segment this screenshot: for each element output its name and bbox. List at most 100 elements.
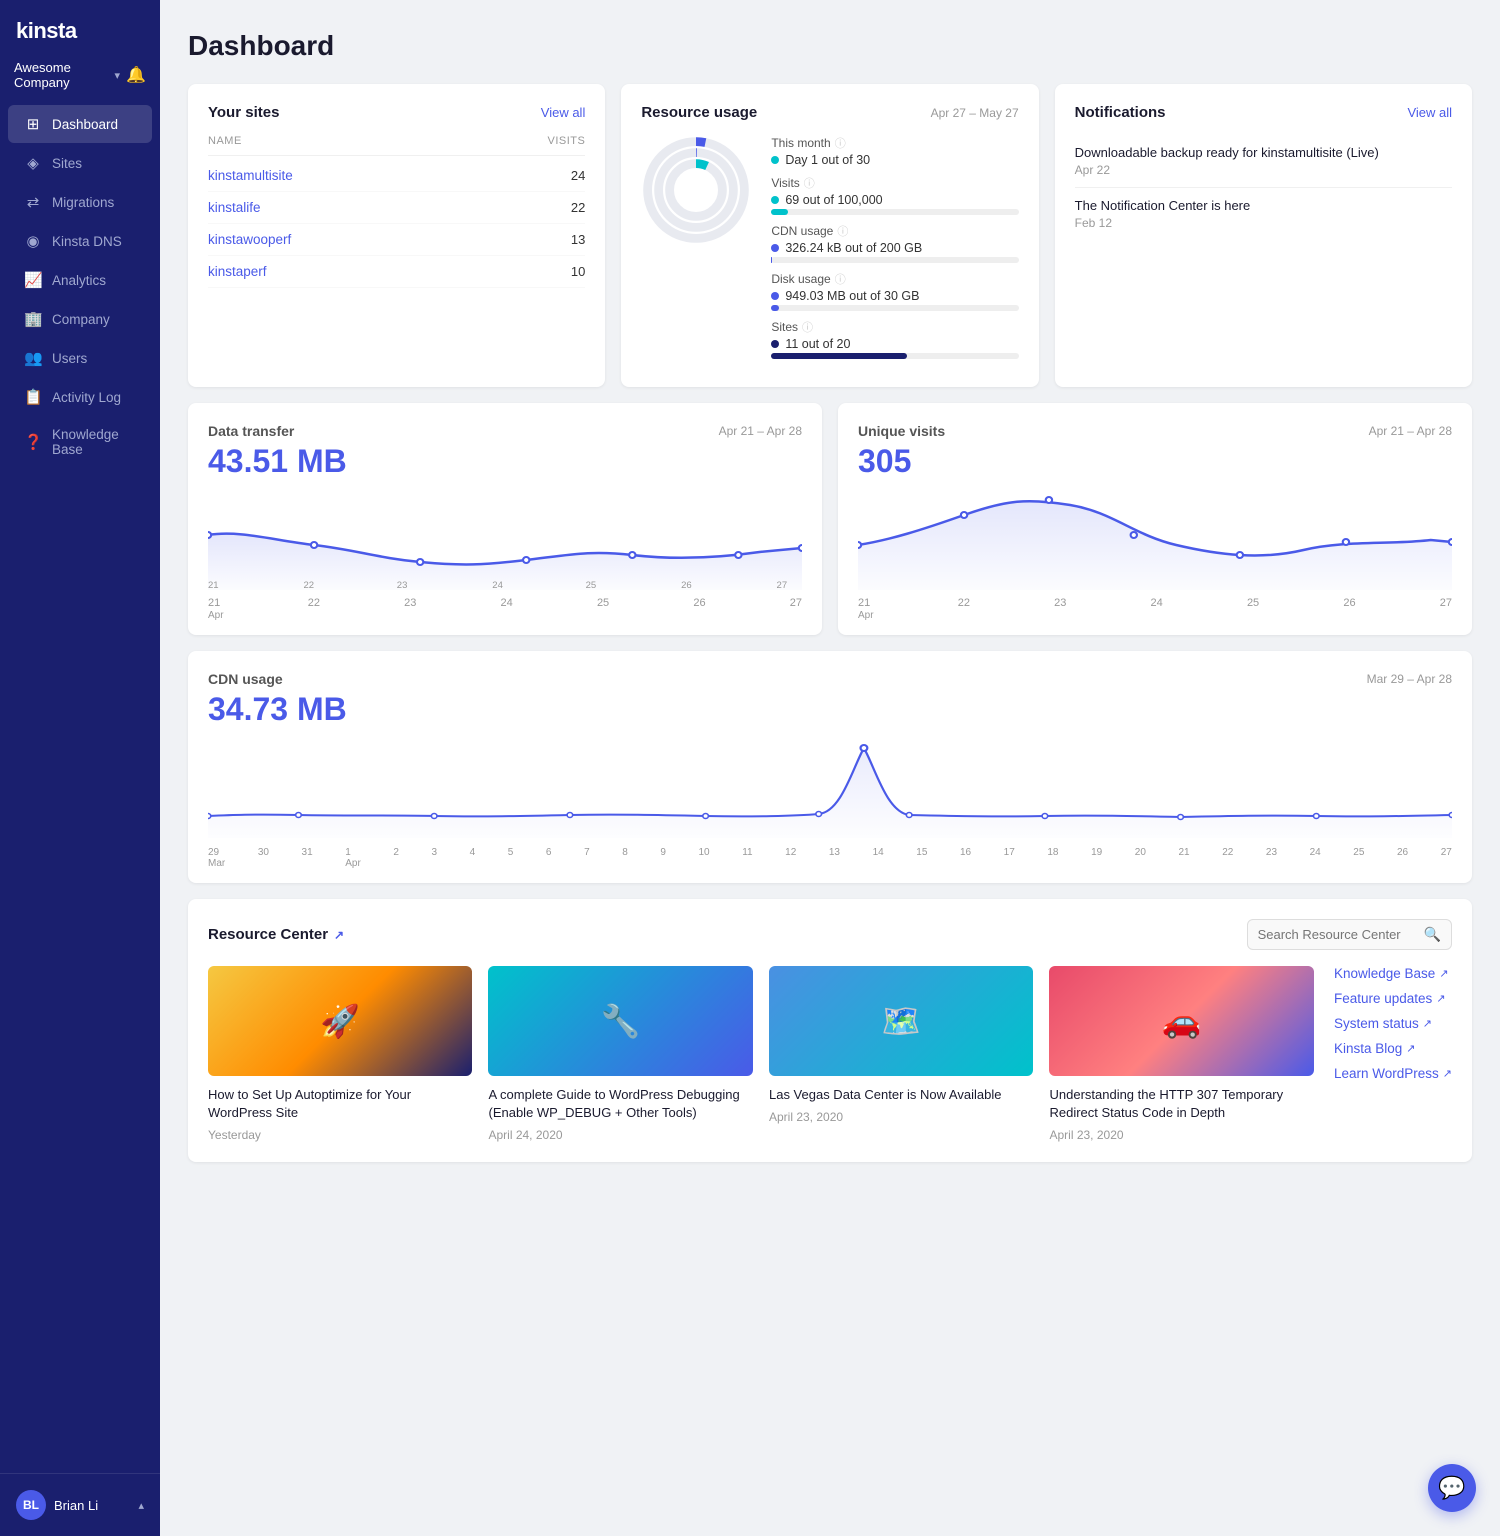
article-card: 🚀 How to Set Up Autoptimize for Your Wor… — [208, 966, 472, 1142]
resource-usage-date: Apr 27 – May 27 — [931, 106, 1019, 120]
search-box[interactable]: 🔍 — [1247, 919, 1452, 950]
resource-bottom: 🚀 How to Set Up Autoptimize for Your Wor… — [208, 966, 1452, 1142]
x-label: 2 — [393, 847, 399, 869]
activity-log-icon: 📋 — [24, 388, 42, 406]
sidebar-item-label: Migrations — [52, 195, 114, 210]
article-card: 🗺️ Las Vegas Data Center is Now Availabl… — [769, 966, 1034, 1142]
data-transfer-value: 43.51 MB — [208, 443, 802, 480]
stat-cdn: CDN usage ⓘ 326.24 kB out of 200 GB — [771, 223, 1018, 263]
x-label: 27 — [790, 597, 802, 621]
your-sites-view-all[interactable]: View all — [541, 105, 586, 120]
x-label: 29Mar — [208, 847, 225, 869]
article-title[interactable]: Las Vegas Data Center is Now Available — [769, 1086, 1034, 1104]
x-label: 9 — [660, 847, 666, 869]
sidebar-item-label: Knowledge Base — [52, 427, 136, 457]
sidebar-item-users[interactable]: 👥 Users — [8, 339, 152, 377]
system-status-link[interactable]: System status ↗ — [1334, 1016, 1452, 1031]
kinsta-blog-link[interactable]: Kinsta Blog ↗ — [1334, 1041, 1452, 1056]
table-row: kinstamultisite 24 — [208, 160, 585, 192]
x-label: 31 — [302, 847, 313, 869]
x-label: 16 — [960, 847, 971, 869]
sidebar-item-analytics[interactable]: 📈 Analytics — [8, 261, 152, 299]
notifications-card: Notifications View all Downloadable back… — [1055, 84, 1472, 387]
external-link-icon: ↗ — [1423, 1017, 1432, 1030]
knowledge-base-link[interactable]: Knowledge Base ↗ — [1334, 966, 1452, 981]
site-link[interactable]: kinstawooperf — [208, 232, 291, 247]
disk-label: Disk usage — [771, 272, 830, 286]
site-link[interactable]: kinstamultisite — [208, 168, 293, 183]
x-label: 14 — [873, 847, 884, 869]
sidebar-item-knowledge-base[interactable]: ❓ Knowledge Base — [8, 417, 152, 467]
sidebar-item-company[interactable]: 🏢 Company — [8, 300, 152, 338]
chat-button[interactable]: 💬 — [1428, 1464, 1476, 1512]
notifications-view-all[interactable]: View all — [1407, 105, 1452, 120]
x-label: 25 — [597, 597, 609, 621]
article-title[interactable]: Understanding the HTTP 307 Temporary Red… — [1049, 1086, 1314, 1122]
external-link-icon: ↗ — [1439, 967, 1448, 980]
knowledge-base-icon: ❓ — [24, 433, 42, 451]
svg-text:25: 25 — [586, 580, 597, 590]
x-label: 26 — [1343, 597, 1355, 621]
your-sites-title: Your sites — [208, 104, 279, 121]
table-row: kinstalife 22 — [208, 192, 585, 224]
article-title[interactable]: How to Set Up Autoptimize for Your WordP… — [208, 1086, 472, 1122]
unique-visits-chart — [858, 490, 1452, 590]
svg-text:24: 24 — [492, 580, 503, 590]
sidebar-item-kinsta-dns[interactable]: ◉ Kinsta DNS — [8, 222, 152, 260]
x-label: 20 — [1135, 847, 1146, 869]
sidebar-item-label: Kinsta DNS — [52, 234, 122, 249]
sidebar-item-activity-log[interactable]: 📋 Activity Log — [8, 378, 152, 416]
col-visits: VISITS — [547, 135, 585, 147]
article-card: 🔧 A complete Guide to WordPress Debuggin… — [488, 966, 753, 1142]
site-link[interactable]: kinstaperf — [208, 264, 267, 279]
stat-visits: Visits ⓘ 69 out of 100,000 — [771, 175, 1018, 215]
sidebar-item-dashboard[interactable]: ⊞ Dashboard — [8, 105, 152, 143]
x-label: 21Apr — [858, 597, 874, 621]
visits-label: Visits — [771, 176, 799, 190]
chat-icon: 💬 — [1438, 1475, 1465, 1501]
sidebar-item-label: Sites — [52, 156, 82, 171]
x-label: 24 — [1310, 847, 1321, 869]
search-input[interactable] — [1258, 927, 1418, 942]
resource-center-title: Resource Center ↗ — [208, 926, 344, 943]
info-icon: ⓘ — [837, 223, 848, 239]
cdn-title: CDN usage — [208, 671, 283, 687]
cdn-label: CDN usage — [771, 224, 833, 238]
stat-this-month: This month ⓘ Day 1 out of 30 — [771, 135, 1018, 167]
svg-text:26: 26 — [681, 580, 692, 590]
sidebar-item-sites[interactable]: ◈ Sites — [8, 144, 152, 182]
x-label: 7 — [584, 847, 590, 869]
notifications-title: Notifications — [1075, 104, 1166, 121]
x-label: 3 — [432, 847, 438, 869]
sidebar-user-area: BL Brian Li ▴ — [0, 1473, 160, 1536]
cdn-usage-card: CDN usage Mar 29 – Apr 28 34.73 MB — [188, 651, 1472, 883]
company-icon: 🏢 — [24, 310, 42, 328]
data-transfer-header: Data transfer Apr 21 – Apr 28 — [208, 423, 802, 439]
donut-chart — [641, 135, 751, 245]
x-label: 21 — [1178, 847, 1189, 869]
x-label: 11 — [742, 847, 752, 869]
article-date: April 24, 2020 — [488, 1128, 753, 1142]
sidebar-item-migrations[interactable]: ⇄ Migrations — [8, 183, 152, 221]
site-link[interactable]: kinstalife — [208, 200, 261, 215]
x-label: 8 — [622, 847, 628, 869]
this-month-label: This month — [771, 136, 830, 150]
article-card: 🚗 Understanding the HTTP 307 Temporary R… — [1049, 966, 1314, 1142]
feature-updates-link[interactable]: Feature updates ↗ — [1334, 991, 1452, 1006]
company-selector[interactable]: Awesome Company ▾ 🔔 — [0, 54, 160, 104]
data-transfer-title: Data transfer — [208, 423, 294, 439]
unique-visits-date: Apr 21 – Apr 28 — [1369, 424, 1452, 438]
external-link-icon: ↗ — [1443, 1067, 1452, 1080]
cdn-chart — [208, 738, 1452, 838]
bell-icon[interactable]: 🔔 — [126, 65, 146, 85]
stat-value-text: 69 out of 100,000 — [785, 193, 882, 207]
learn-wordpress-link[interactable]: Learn WordPress ↗ — [1334, 1066, 1452, 1081]
article-title[interactable]: A complete Guide to WordPress Debugging … — [488, 1086, 753, 1122]
x-label: 22 — [308, 597, 320, 621]
x-label: 10 — [698, 847, 709, 869]
x-label: 6 — [546, 847, 552, 869]
info-icon: ⓘ — [835, 271, 846, 287]
user-name: Brian Li — [54, 1498, 98, 1513]
x-label: 12 — [785, 847, 796, 869]
stat-value-text: 949.03 MB out of 30 GB — [785, 289, 919, 303]
